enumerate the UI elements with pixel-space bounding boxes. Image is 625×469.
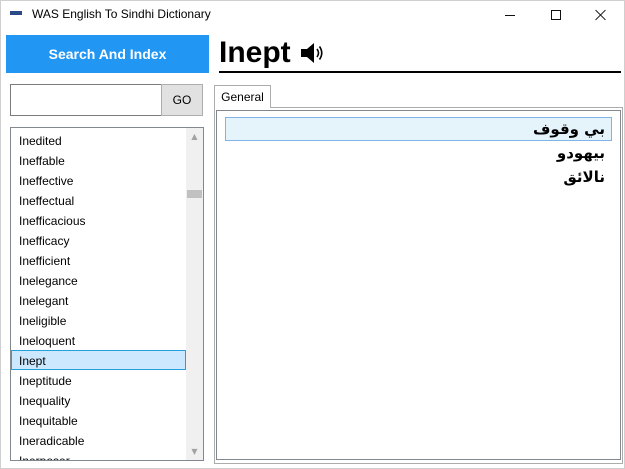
tab-strip: General [214,85,624,108]
meaning-list[interactable]: بي وقوف بيهودو نالائق [216,110,621,460]
word-list-item[interactable]: Ineffable [11,150,186,170]
word-list-item[interactable]: Inelegant [11,290,186,310]
scroll-down-arrow-icon[interactable]: ▼ [186,443,203,460]
scroll-up-arrow-icon[interactable]: ▲ [186,128,203,145]
word-index-list[interactable]: Inedited Ineffable Ineffective Ineffectual I… [10,127,204,461]
meaning-list-item[interactable]: بي وقوف [225,117,612,141]
word-list-item[interactable]: Inedited [11,130,186,150]
app-logo-icon [9,7,23,21]
meaning-list-item[interactable]: بيهودو [225,141,612,165]
word-list-item[interactable]: Inequitable [11,410,186,430]
word-list-item[interactable]: Ineffective [11,170,186,190]
scroll-thumb[interactable] [187,190,202,198]
close-icon [595,9,607,21]
minimize-icon [505,14,515,16]
app-window: WAS English To Sindhi Dictionary Search … [0,0,625,469]
word-list-scrollbar[interactable]: ▲ ▼ [186,128,203,460]
minimize-button[interactable] [487,1,533,29]
word-list-item[interactable]: Inerposer [11,450,186,460]
tab-general[interactable]: General [214,85,271,108]
meaning-items: بي وقوف بيهودو نالائق [225,117,612,189]
go-button[interactable]: GO [161,84,203,116]
search-input[interactable] [10,84,162,116]
word-list-item[interactable]: Ineradicable [11,430,186,450]
word-list-item[interactable]: Inefficacious [11,210,186,230]
word-list-item[interactable]: Inelegance [11,270,186,290]
maximize-icon [551,10,561,20]
speaker-icon[interactable] [299,39,327,67]
word-list-item[interactable]: Inept [11,350,186,370]
title-bar[interactable]: WAS English To Sindhi Dictionary [1,1,624,29]
word-list-item[interactable]: Ineligible [11,310,186,330]
search-index-header[interactable]: Search And Index [6,35,209,73]
word-list-item[interactable]: Ineffectual [11,190,186,210]
word-index-items: Inedited Ineffable Ineffective Ineffectual I… [11,130,186,460]
meaning-list-item[interactable]: نالائق [225,165,612,189]
maximize-button[interactable] [533,1,579,29]
word-list-item[interactable]: Inefficient [11,250,186,270]
word-list-item[interactable]: Ineloquent [11,330,186,350]
word-title: Inept [219,36,291,69]
word-heading: Inept [219,35,621,73]
window-title: WAS English To Sindhi Dictionary [32,7,211,21]
word-list-item[interactable]: Inequality [11,390,186,410]
word-list-item[interactable]: Inefficacy [11,230,186,250]
word-list-item[interactable]: Ineptitude [11,370,186,390]
close-button[interactable] [578,1,624,29]
